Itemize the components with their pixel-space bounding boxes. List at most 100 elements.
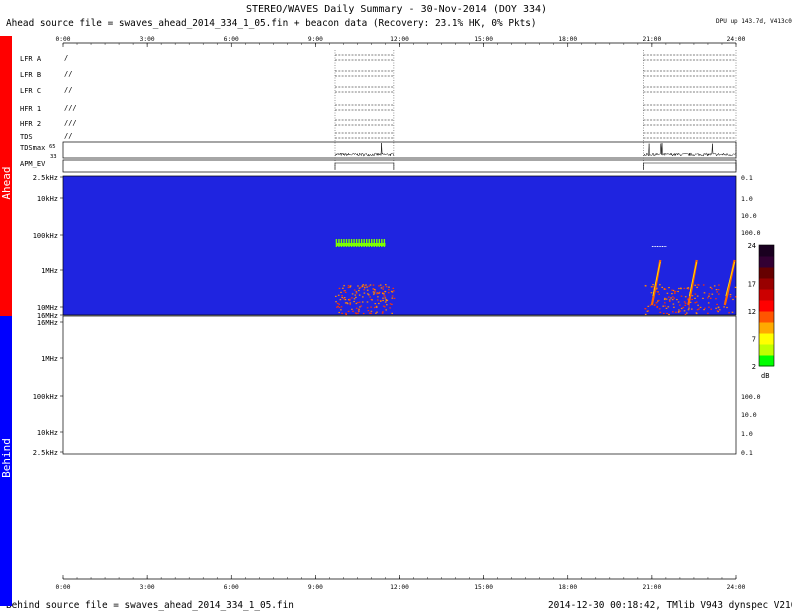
ahead-noise-pixel bbox=[391, 295, 394, 297]
ahead-noise-pixel bbox=[392, 287, 395, 289]
ahead-noise-pixel bbox=[393, 290, 395, 292]
behind-side-label: Behind bbox=[0, 438, 13, 478]
tdsmax-tick-33: 33 bbox=[50, 154, 57, 160]
colorbar-segment bbox=[759, 300, 774, 312]
ahead-noise-pixel bbox=[664, 302, 666, 304]
ahead-noise-pixel bbox=[368, 285, 370, 287]
ahead-noise-pixel bbox=[650, 292, 653, 294]
ahead-noise-pixel bbox=[671, 289, 673, 291]
ahead-noise-pixel bbox=[340, 306, 343, 308]
ahead-burst-speck bbox=[661, 246, 663, 247]
ahead-noise-pixel bbox=[655, 302, 658, 304]
top-axis-tick-label: 15:00 bbox=[474, 36, 493, 43]
apm-step bbox=[643, 162, 737, 170]
ahead-noise-pixel bbox=[358, 301, 361, 303]
ahead-noise-pixel bbox=[677, 301, 680, 303]
ahead-noise-pixel bbox=[694, 293, 697, 295]
timeline-row-mark: // bbox=[64, 132, 72, 140]
ahead-noise-pixel bbox=[684, 302, 687, 304]
ahead-noise-pixel bbox=[368, 312, 371, 314]
ahead-noise-pixel bbox=[707, 297, 709, 299]
ahead-noise-pixel bbox=[672, 296, 674, 298]
tdsmax-frame bbox=[62, 141, 737, 159]
ahead-noise-pixel bbox=[368, 294, 370, 296]
behind-spectrogram-frame bbox=[62, 315, 737, 455]
ahead-noise-pixel bbox=[716, 310, 719, 312]
top-axis-tick-label: 0:00 bbox=[56, 36, 71, 43]
ahead-noise-pixel bbox=[695, 301, 698, 303]
ahead-noise-pixel bbox=[696, 295, 699, 297]
timeline-row-label: LFR C bbox=[20, 87, 41, 95]
ahead-noise-pixel bbox=[711, 288, 713, 290]
behind-freq-tick-label: 16MHz bbox=[37, 319, 58, 327]
ahead-noise-pixel bbox=[340, 309, 342, 311]
ahead-noise-pixel bbox=[374, 306, 376, 309]
ahead-noise-pixel bbox=[680, 295, 683, 297]
ahead-noise-pixel bbox=[351, 308, 353, 310]
ahead-noise-pixel bbox=[363, 289, 365, 291]
ahead-noise-pixel bbox=[373, 293, 375, 295]
ahead-noise-pixel bbox=[671, 299, 674, 301]
ahead-noise-pixel bbox=[382, 286, 385, 288]
ahead-noise-pixel bbox=[375, 306, 378, 308]
ahead-noise-pixel bbox=[694, 284, 696, 286]
behind-right-tick-label: 100.0 bbox=[741, 393, 761, 401]
ahead-spectrogram-background bbox=[62, 175, 737, 316]
tdsmax-tick-65: 65 bbox=[49, 144, 56, 150]
ahead-noise-pixel bbox=[680, 287, 682, 289]
ahead-noise-pixel bbox=[370, 310, 373, 312]
ahead-noise-pixel bbox=[704, 307, 706, 309]
ahead-noise-pixel bbox=[719, 309, 721, 311]
ahead-noise-pixel bbox=[357, 309, 360, 311]
bottom-axis-tick-label: 3:00 bbox=[140, 584, 155, 591]
ahead-noise-pixel bbox=[717, 289, 720, 291]
ahead-burst-speck bbox=[653, 246, 655, 247]
colorbar-segment bbox=[759, 355, 774, 367]
timeline-row-mark: // bbox=[64, 86, 72, 94]
ahead-burst-speck bbox=[651, 246, 653, 247]
ahead-noise-pixel bbox=[376, 311, 378, 313]
ahead-noise-pixel bbox=[715, 298, 717, 300]
timeline-row-label: LFR B bbox=[20, 71, 41, 79]
behind-freq-tick-label: 10kHz bbox=[37, 429, 58, 437]
colorbar-tick-label: 7 bbox=[752, 336, 756, 344]
colorbar-segment bbox=[759, 256, 774, 268]
ahead-noise-pixel bbox=[358, 289, 360, 292]
ahead-noise-pixel bbox=[644, 285, 647, 287]
ahead-noise-pixel bbox=[691, 298, 693, 300]
ahead-noise-pixel bbox=[668, 299, 671, 301]
ahead-noise-pixel bbox=[385, 299, 388, 301]
colorbar-segment bbox=[759, 344, 774, 356]
ahead-noise-pixel bbox=[385, 286, 388, 288]
ahead-noise-pixel bbox=[355, 292, 358, 294]
bottom-axis-tick-label: 6:00 bbox=[224, 584, 239, 591]
ahead-noise-pixel bbox=[374, 303, 377, 305]
ahead-noise-pixel bbox=[341, 312, 343, 314]
ahead-noise-pixel bbox=[341, 296, 343, 299]
ahead-noise-pixel bbox=[707, 312, 709, 314]
ahead-noise-pixel bbox=[384, 301, 387, 303]
ahead-noise-pixel bbox=[664, 297, 666, 299]
timeline-row-label: HFR 1 bbox=[20, 105, 41, 113]
ahead-noise-pixel bbox=[376, 293, 378, 295]
ahead-noise-pixel bbox=[694, 297, 696, 299]
ahead-noise-pixel bbox=[362, 312, 365, 315]
ahead-noise-pixel bbox=[345, 312, 347, 314]
ahead-noise-pixel bbox=[652, 286, 654, 288]
colorbar-tick-label: 17 bbox=[748, 281, 756, 289]
ahead-noise-pixel bbox=[339, 299, 342, 301]
timeline-row-mark: / bbox=[64, 54, 68, 62]
ahead-noise-pixel bbox=[654, 304, 656, 306]
ahead-noise-pixel bbox=[349, 303, 351, 306]
ahead-noise-pixel bbox=[682, 306, 685, 309]
ahead-noise-pixel bbox=[355, 302, 358, 305]
ahead-noise-pixel bbox=[644, 313, 647, 315]
behind-right-tick-label: 0.1 bbox=[741, 449, 753, 457]
ahead-noise-pixel bbox=[389, 307, 391, 309]
ahead-noise-pixel bbox=[340, 291, 342, 293]
ahead-noise-pixel bbox=[362, 284, 365, 286]
ahead-noise-pixel bbox=[703, 309, 705, 311]
top-axis-tick-label: 3:00 bbox=[140, 36, 155, 43]
ahead-noise-pixel bbox=[355, 296, 357, 298]
ahead-noise-pixel bbox=[357, 285, 359, 287]
